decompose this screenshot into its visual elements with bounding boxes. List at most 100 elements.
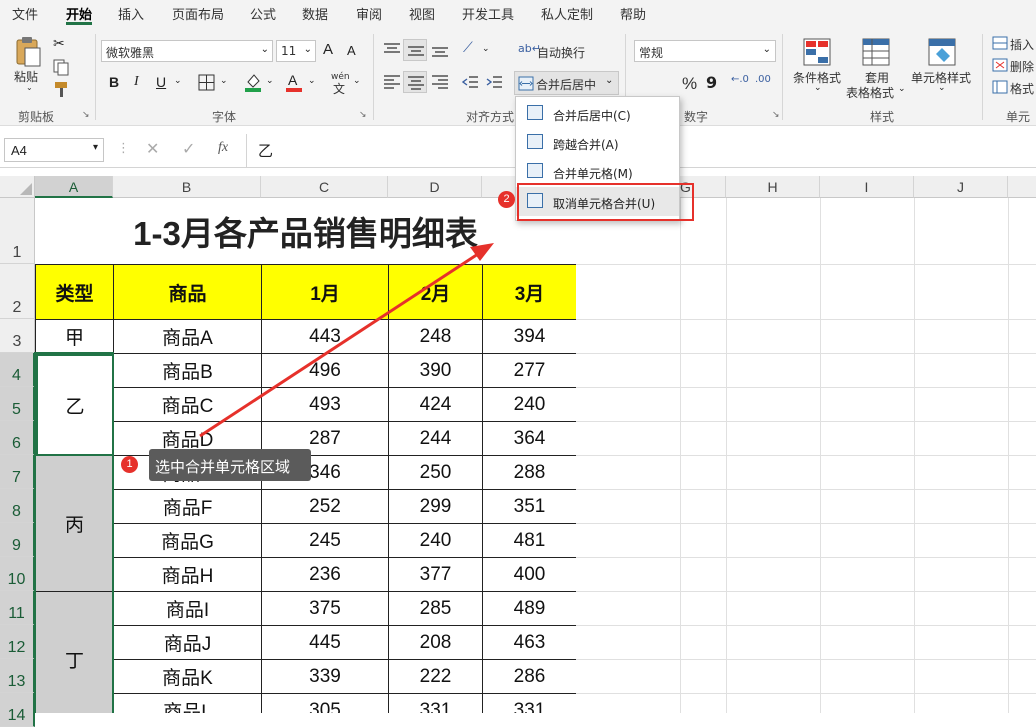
select-all-corner[interactable] (0, 176, 35, 198)
italic-button[interactable]: I (134, 74, 139, 90)
merge-center-button[interactable]: 合并后居中 ⌄ (514, 71, 619, 95)
jan-cell[interactable]: 443 (262, 320, 389, 354)
menu-home[interactable]: 开始 (66, 4, 92, 23)
column-header-j[interactable]: J (914, 176, 1008, 198)
paste-dropdown-icon[interactable]: ⌄ (26, 83, 33, 92)
menu-page-layout[interactable]: 页面布局 (172, 4, 224, 23)
feb-cell[interactable]: 244 (389, 422, 483, 456)
increase-indent-icon[interactable] (485, 74, 503, 90)
mar-cell[interactable]: 489 (483, 592, 576, 626)
underline-button[interactable]: U (156, 74, 166, 90)
product-cell[interactable]: 商品B (114, 354, 262, 388)
feb-cell[interactable]: 222 (389, 660, 483, 694)
jan-cell[interactable]: 493 (262, 388, 389, 422)
feb-cell[interactable]: 331 (389, 694, 483, 713)
comma-style-button[interactable]: 9 (706, 73, 717, 92)
group-cell[interactable]: 甲 (36, 320, 114, 354)
cell-styles-icon[interactable] (928, 38, 956, 66)
jan-cell[interactable]: 375 (262, 592, 389, 626)
chevron-down-icon[interactable]: ⌄ (353, 76, 361, 86)
fill-color-icon[interactable] (244, 72, 262, 92)
menu-item-merge-cells[interactable]: 合并单元格(M) (516, 157, 679, 186)
row-header[interactable]: 10 (0, 557, 35, 591)
feb-cell[interactable]: 377 (389, 558, 483, 592)
row-header[interactable]: 3 (0, 319, 35, 353)
product-cell[interactable]: 商品G (114, 524, 262, 558)
delete-cells-button[interactable]: 删除 (1010, 58, 1034, 75)
mar-cell[interactable]: 351 (483, 490, 576, 524)
insert-cells-icon[interactable] (992, 36, 1008, 50)
jan-cell[interactable]: 236 (262, 558, 389, 592)
header-cell-mar[interactable]: 3月 (483, 265, 576, 320)
header-cell-feb[interactable]: 2月 (389, 265, 483, 320)
mar-cell[interactable]: 364 (483, 422, 576, 456)
insert-function-icon[interactable]: fx (218, 140, 228, 156)
mar-cell[interactable]: 240 (483, 388, 576, 422)
jan-cell[interactable]: 445 (262, 626, 389, 660)
sheet-title[interactable]: 1-3月各产品销售明细表 (35, 198, 576, 264)
row-header[interactable]: 11 (0, 591, 35, 625)
feb-cell[interactable]: 390 (389, 354, 483, 388)
align-left-icon[interactable] (383, 74, 401, 90)
column-header-d[interactable]: D (388, 176, 482, 198)
font-color-icon[interactable]: A (286, 72, 302, 92)
format-cells-button[interactable]: 格式 (1010, 80, 1034, 97)
product-cell[interactable]: 商品K (114, 660, 262, 694)
align-right-icon[interactable] (431, 74, 449, 90)
mar-cell[interactable]: 394 (483, 320, 576, 354)
jan-cell[interactable]: 496 (262, 354, 389, 388)
header-cell-product[interactable]: 商品 (114, 265, 262, 320)
delete-cells-icon[interactable] (992, 58, 1008, 72)
menu-view[interactable]: 视图 (409, 4, 435, 23)
row-header[interactable]: 8 (0, 489, 35, 523)
row-header[interactable]: 6 (0, 421, 35, 455)
group-cell-selected[interactable]: 丁 (36, 592, 114, 713)
mar-cell[interactable]: 463 (483, 626, 576, 660)
product-cell[interactable]: 商品H (114, 558, 262, 592)
font-size-select[interactable]: 11 ⌄ (276, 40, 316, 62)
chevron-down-icon[interactable]: ⌄ (266, 76, 274, 86)
clipboard-launcher-icon[interactable]: ↘ (82, 110, 90, 120)
format-as-table-icon[interactable] (862, 38, 890, 66)
feb-cell[interactable]: 285 (389, 592, 483, 626)
align-center-button[interactable] (403, 71, 427, 93)
menu-item-unmerge-cells[interactable]: 取消单元格合并(U) (516, 187, 679, 216)
product-cell[interactable]: 商品C (114, 388, 262, 422)
jan-cell[interactable]: 339 (262, 660, 389, 694)
product-cell[interactable]: 商品J (114, 626, 262, 660)
menu-file[interactable]: 文件 (12, 4, 38, 23)
decrease-indent-icon[interactable] (461, 74, 479, 90)
number-launcher-icon[interactable]: ↘ (772, 110, 780, 120)
chevron-down-icon[interactable]: ⌄ (482, 44, 490, 54)
jan-cell[interactable]: 305 (262, 694, 389, 713)
feb-cell[interactable]: 250 (389, 456, 483, 490)
paste-button[interactable] (14, 36, 42, 68)
column-header-b[interactable]: B (113, 176, 261, 198)
header-cell-jan[interactable]: 1月 (262, 265, 389, 320)
row-header[interactable]: 4 (0, 353, 35, 387)
format-as-table-label2[interactable]: 表格格式 (846, 84, 894, 101)
group-cell-active[interactable]: 乙 (36, 354, 114, 456)
grow-font-button[interactable]: A (323, 41, 333, 58)
row-header[interactable]: 14 (0, 693, 35, 727)
row-header[interactable]: 2 (0, 264, 35, 319)
align-middle-button[interactable] (403, 39, 427, 61)
decrease-decimal-icon[interactable]: .00 (755, 74, 771, 85)
mar-cell[interactable]: 331 (483, 694, 576, 714)
group-cell-selected[interactable]: 丙 (36, 456, 114, 592)
menu-developer[interactable]: 开发工具 (462, 4, 514, 23)
cancel-icon[interactable]: ✕ (146, 139, 159, 158)
percent-button[interactable]: % (680, 74, 698, 92)
column-header-a[interactable]: A (35, 176, 113, 198)
header-cell-type[interactable]: 类型 (36, 265, 114, 320)
mar-cell[interactable]: 481 (483, 524, 576, 558)
menu-item-merge-across[interactable]: 跨越合并(A) (516, 128, 679, 157)
mar-cell[interactable]: 286 (483, 660, 576, 694)
menu-help[interactable]: 帮助 (620, 4, 646, 23)
chevron-down-icon[interactable]: ⌄ (220, 76, 228, 86)
row-header[interactable]: 7 (0, 455, 35, 489)
feb-cell[interactable]: 208 (389, 626, 483, 660)
wrap-text-button[interactable]: ab↵ 自动换行 (516, 40, 616, 62)
feb-cell[interactable]: 240 (389, 524, 483, 558)
column-header-i[interactable]: I (820, 176, 914, 198)
